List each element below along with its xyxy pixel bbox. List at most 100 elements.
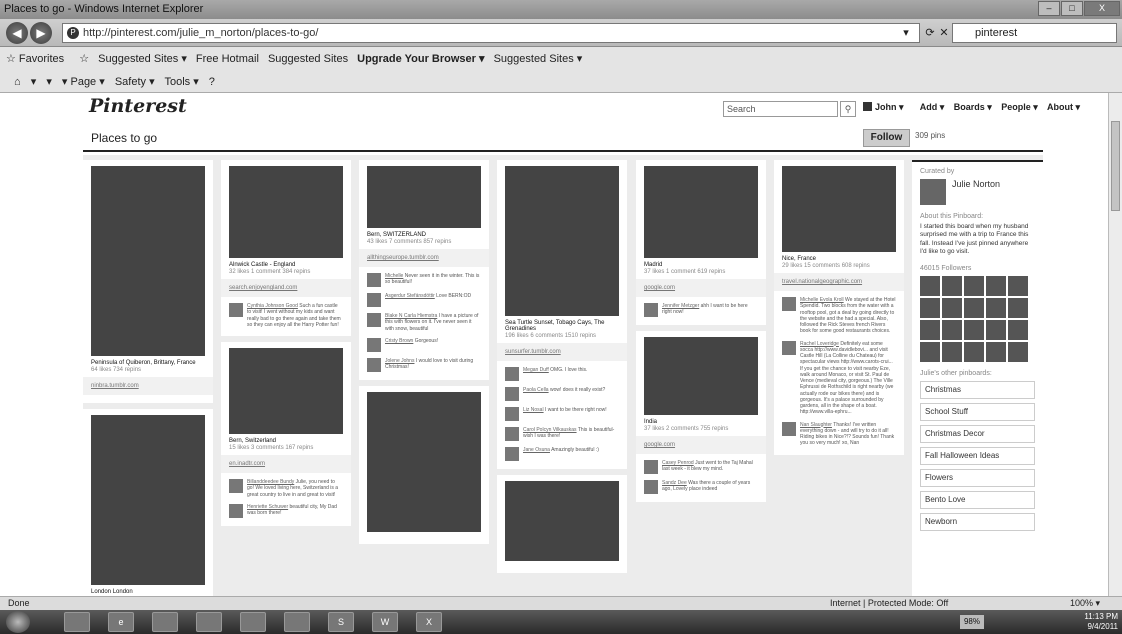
pin-source-link[interactable]: google.com: [636, 436, 766, 454]
pin-image[interactable]: [229, 166, 343, 258]
board-link[interactable]: Newborn: [920, 512, 1035, 531]
minimize-button[interactable]: –: [1038, 1, 1060, 16]
follower-avatar[interactable]: [942, 275, 962, 296]
nav-boards[interactable]: Boards ▾: [954, 102, 992, 112]
follower-avatar[interactable]: [964, 297, 984, 318]
followers-count[interactable]: 46015 Followers: [920, 265, 1035, 272]
follower-avatar[interactable]: [986, 297, 1006, 318]
skype-taskbar-icon[interactable]: S: [328, 612, 354, 632]
follower-avatar[interactable]: [942, 319, 962, 340]
pin-image[interactable]: [505, 166, 619, 316]
pinterest-logo[interactable]: Pinterest: [89, 95, 187, 117]
commenter-name[interactable]: Rachel Loveridge: [800, 341, 839, 347]
word-taskbar-icon[interactable]: W: [372, 612, 398, 632]
commenter-name[interactable]: Carol Polcyn Vilkauskas: [523, 427, 577, 433]
commenter-name[interactable]: Nan Slaughter: [800, 422, 832, 428]
follower-avatar[interactable]: [920, 297, 940, 318]
pin-image[interactable]: [229, 348, 343, 434]
pin-image[interactable]: [644, 337, 758, 415]
print-menu[interactable]: ▾ Page ▾: [62, 76, 105, 88]
nav-add[interactable]: Add ▾: [920, 102, 945, 112]
board-link[interactable]: Fall Halloween Ideas: [920, 446, 1035, 465]
follower-avatar[interactable]: [986, 275, 1006, 296]
pin-card[interactable]: London London29 likes 6 comments 785 rep…: [83, 409, 213, 596]
vertical-scrollbar[interactable]: [1108, 93, 1122, 596]
commenter-name[interactable]: Liz Nosal: [523, 407, 544, 413]
follower-avatar[interactable]: [1008, 297, 1028, 318]
pin-card[interactable]: Madrid 37 likes 1 comment 619 repins googl…: [636, 160, 766, 325]
help-icon[interactable]: ?: [209, 76, 215, 88]
commenter-name[interactable]: Jane Osuna: [523, 447, 550, 453]
pin-card[interactable]: Sea Turtle Sunset, Tobago Cays, The Gren…: [497, 160, 627, 469]
pin-source-link[interactable]: sunsurfer.tumblr.com: [497, 343, 627, 361]
commenter-avatar[interactable]: [367, 273, 381, 287]
favorites-button[interactable]: ☆ Favorites: [6, 53, 70, 65]
back-button[interactable]: ◀: [6, 22, 28, 44]
pin-source-link[interactable]: search.enjoyengland.com: [221, 279, 351, 297]
follower-avatar[interactable]: [964, 319, 984, 340]
pin-card[interactable]: Bern, Switzerland 15 likes 3 comments 167…: [221, 342, 351, 526]
follower-avatar[interactable]: [1008, 341, 1028, 362]
nav-people[interactable]: People ▾: [1001, 102, 1038, 112]
pin-card[interactable]: India 37 likes 2 comments 755 repins googl…: [636, 331, 766, 502]
home-icon[interactable]: ⌂: [14, 76, 21, 88]
pin-source-link[interactable]: google.com: [636, 279, 766, 297]
safety-menu[interactable]: Safety ▾: [115, 76, 155, 88]
pin-image[interactable]: [505, 481, 619, 561]
pin-image[interactable]: [367, 166, 481, 228]
board-link[interactable]: Christmas Decor: [920, 424, 1035, 443]
zoom-level[interactable]: 100% ▾: [1070, 597, 1100, 610]
feeds-menu[interactable]: ▾: [46, 76, 52, 88]
follower-avatar[interactable]: [920, 275, 940, 296]
favorites-link-2[interactable]: Suggested Sites: [268, 53, 348, 65]
refresh-icon[interactable]: ⟳: [924, 23, 936, 43]
add-favorite-icon[interactable]: ☆: [79, 53, 89, 65]
search-icon[interactable]: ⚲: [840, 101, 856, 117]
favorites-link-3[interactable]: Upgrade Your Browser ▾: [357, 53, 484, 65]
pin-image[interactable]: [91, 166, 205, 356]
follow-button[interactable]: Follow: [863, 129, 910, 147]
commenter-avatar[interactable]: [229, 503, 243, 518]
commenter-avatar[interactable]: [229, 303, 243, 317]
home-menu[interactable]: ▾: [31, 76, 37, 88]
follower-avatar[interactable]: [942, 341, 962, 362]
system-clock[interactable]: 11:13 PM 9/4/2011: [1080, 612, 1118, 632]
pin-source-link[interactable]: en.inadtr.com: [221, 455, 351, 473]
commenter-avatar[interactable]: [505, 427, 519, 441]
follower-avatar[interactable]: [1008, 275, 1028, 296]
nav-user[interactable]: John ▾: [863, 102, 911, 112]
commenter-avatar[interactable]: [505, 447, 519, 461]
follower-avatar[interactable]: [942, 297, 962, 318]
follower-avatar[interactable]: [920, 319, 940, 340]
address-dropdown-icon[interactable]: ▾: [900, 23, 912, 43]
pin-image[interactable]: [644, 166, 758, 258]
commenter-avatar[interactable]: [644, 303, 658, 317]
board-link[interactable]: Flowers: [920, 468, 1035, 487]
commenter-name[interactable]: Henriette Schuwer: [247, 504, 288, 510]
curator-avatar[interactable]: [920, 179, 946, 205]
commenter-name[interactable]: Megan Duff: [523, 367, 549, 373]
commenter-avatar[interactable]: [782, 340, 796, 355]
pin-source-link[interactable]: allthingseurope.tumblr.com: [359, 249, 489, 267]
pin-card[interactable]: [497, 475, 627, 573]
follower-avatar[interactable]: [920, 341, 940, 362]
follower-avatar[interactable]: [964, 275, 984, 296]
pin-card[interactable]: Nice, France 29 likes 15 comments 608 rep…: [774, 160, 904, 455]
commenter-avatar[interactable]: [505, 387, 519, 401]
scrollbar-thumb[interactable]: [1111, 121, 1120, 211]
commenter-name[interactable]: Cynthia Johnson Good: [247, 303, 298, 309]
commenter-name[interactable]: Casey Penrod: [662, 460, 694, 466]
stop-icon[interactable]: ✕: [938, 23, 950, 43]
pin-source-link[interactable]: ninbra.tumblr.com: [83, 377, 213, 395]
follower-avatar[interactable]: [986, 319, 1006, 340]
nav-about[interactable]: About ▾: [1047, 102, 1080, 112]
follower-avatar[interactable]: [964, 341, 984, 362]
address-input[interactable]: P http://pinterest.com/julie_m_norton/pl…: [62, 23, 920, 43]
pin-card[interactable]: Bern, SWITZERLAND 43 likes 7 comments 857…: [359, 160, 489, 380]
commenter-avatar[interactable]: [782, 421, 796, 436]
pinterest-search-input[interactable]: Search: [723, 101, 838, 117]
commenter-name[interactable]: Billanddeedee Bundy: [247, 479, 294, 485]
tools-menu[interactable]: Tools ▾: [164, 76, 198, 88]
commenter-avatar[interactable]: [782, 297, 796, 311]
curator-name[interactable]: Julie Norton: [952, 179, 1000, 205]
